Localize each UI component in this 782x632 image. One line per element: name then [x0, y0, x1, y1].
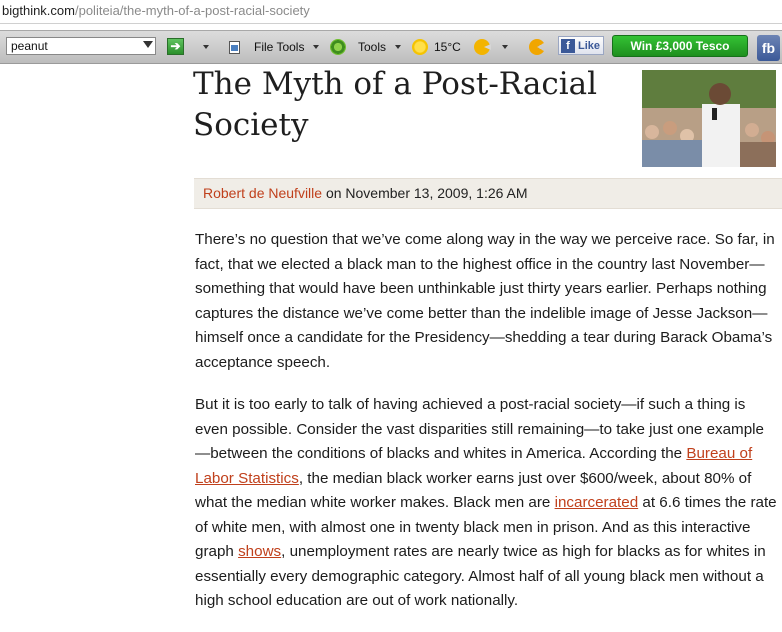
byline-date: on November 13, 2009, 1:26 AM — [322, 185, 528, 201]
sun-icon — [412, 39, 428, 55]
url-bar[interactable]: bigthink.com/politeia/the-myth-of-a-post… — [0, 0, 782, 24]
tools-label: Tools — [358, 40, 387, 54]
face-chevron-icon — [502, 45, 508, 49]
article-title: The Myth of a Post-Racial Society — [193, 66, 598, 143]
browser-toolbar: peanut ➔ File Tools Tools 15°C f Like Wi… — [0, 30, 782, 64]
face-icon — [474, 39, 491, 55]
byline: Robert de Neufville on November 13, 2009… — [194, 178, 782, 209]
weather-button[interactable]: 15°C — [412, 31, 461, 63]
win-tesco-button[interactable]: Win £3,000 Tesco — [612, 35, 748, 57]
file-tools-chevron-icon — [313, 45, 320, 49]
article-body: There’s no question that we’ve come alon… — [195, 228, 778, 632]
tools-button[interactable]: Tools — [330, 31, 402, 63]
search-dropdown-icon[interactable] — [143, 41, 153, 48]
like-label: Like — [578, 39, 601, 52]
author-link[interactable]: Robert de Neufville — [203, 185, 322, 201]
facebook-icon: f — [561, 38, 575, 53]
file-tools-button[interactable]: File Tools — [229, 31, 320, 63]
paragraph-2: But it is too early to talk of having ac… — [195, 393, 778, 614]
document-icon — [229, 40, 240, 54]
article-photo[interactable] — [642, 70, 776, 167]
url-path: /politeia/the-myth-of-a-post-racial-soci… — [74, 3, 310, 18]
gear-icon — [330, 39, 346, 55]
go-menu-chevron-icon[interactable] — [203, 31, 209, 63]
go-arrow-icon[interactable]: ➔ — [167, 38, 184, 55]
toolbar-search-input[interactable]: peanut — [6, 37, 156, 55]
search-value: peanut — [11, 39, 48, 53]
weather-label: 15°C — [434, 40, 461, 54]
shows-link[interactable]: shows — [238, 543, 281, 560]
pacman-icon — [529, 39, 545, 55]
url-domain: bigthink.com — [2, 3, 75, 18]
face-button[interactable] — [474, 31, 508, 63]
paragraph-1: There’s no question that we’ve come alon… — [195, 231, 775, 371]
facebook-button[interactable]: fb — [757, 35, 780, 61]
facebook-like-button[interactable]: f Like — [558, 36, 604, 55]
pacman-button[interactable] — [529, 31, 545, 63]
paragraph-2-text-1: But it is too early to talk of having ac… — [195, 396, 764, 462]
incarcerated-link[interactable]: incarcerated — [555, 494, 639, 511]
file-tools-label: File Tools — [254, 40, 305, 54]
tools-chevron-icon — [395, 45, 402, 49]
paragraph-2-text-4: , unemployment rates are nearly twice as… — [195, 543, 766, 609]
